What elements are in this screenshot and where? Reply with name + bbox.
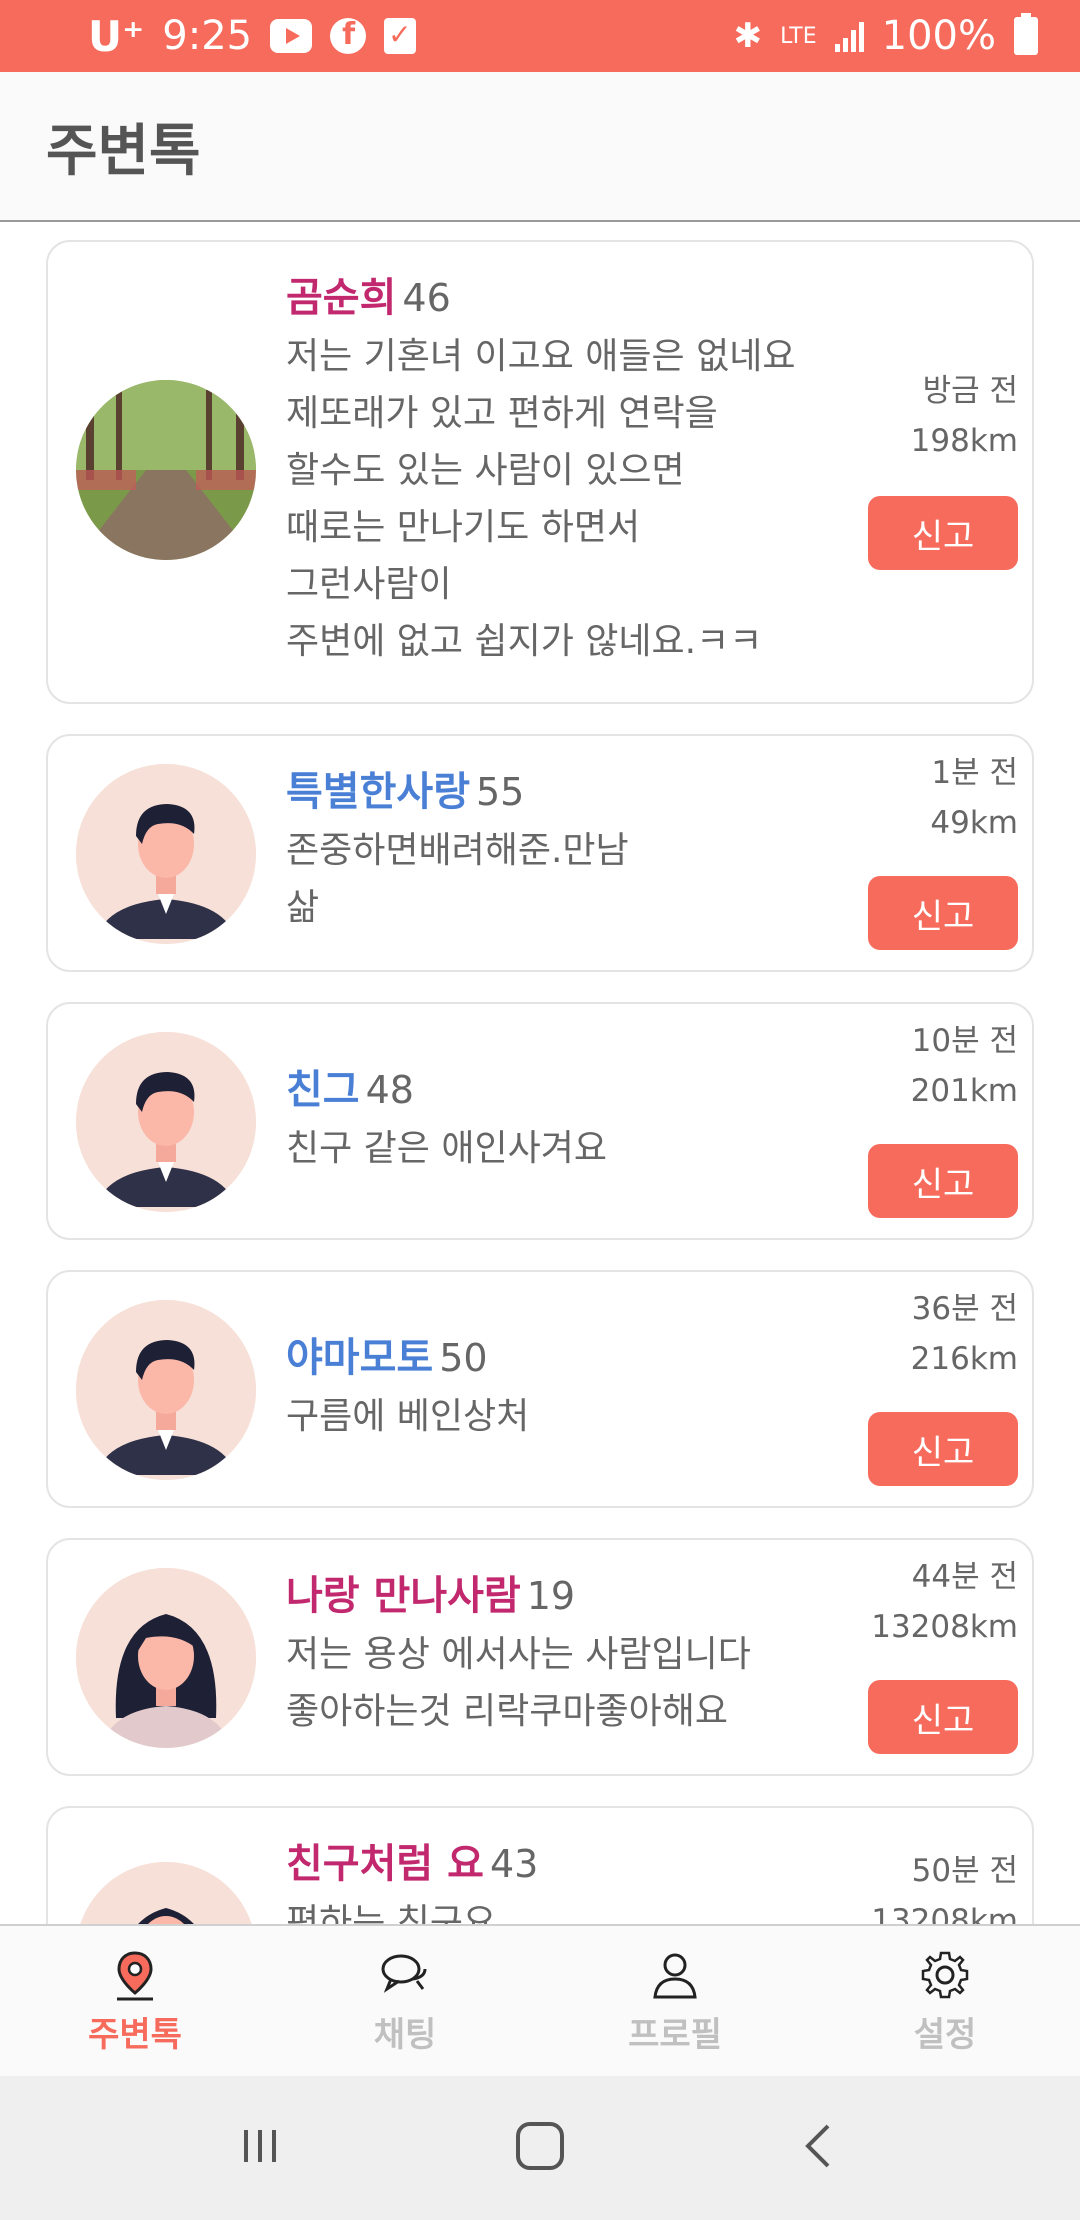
post-card[interactable]: 특별한사랑 55 존중하면배려해준.만남 삶 1분 전 49km 신고 [46,734,1034,972]
location-pin-icon [117,1950,153,2000]
post-distance: 201km [910,1073,1018,1109]
post-message: 친구 같은 애인사겨요 [286,1128,607,1169]
nav-profile[interactable]: 프로필 [540,1926,810,2076]
post-age: 43 [489,1842,539,1886]
post-author[interactable]: 나랑 만나사람 [286,1573,521,1619]
post-message: 편하는 친구요 [286,1902,497,1924]
post-distance: 13208km [871,1609,1018,1645]
male-avatar-icon [76,1300,256,1480]
battery-level: 100% [881,13,996,59]
nav-chat[interactable]: 채팅 [270,1926,540,2076]
report-button[interactable]: 신고 [868,876,1018,950]
post-distance: 49km [930,805,1018,841]
nav-label: 주변톡 [88,2014,182,2055]
post-message: 존중하면배려해준.만남 삶 [286,830,629,928]
nav-label: 프로필 [628,2014,722,2055]
user-avatar[interactable] [76,1568,256,1748]
post-card[interactable]: 나랑 만나사람 19 저는 용상 에서사는 사람입니다 좋아하는것 리락쿠마좋아해… [46,1538,1034,1776]
post-author[interactable]: 친그 [286,1067,360,1113]
bottom-nav: 주변톡 채팅 프로필 설정 [0,1924,1080,2076]
battery-icon [1014,13,1038,55]
post-feed[interactable]: 곰순희 46 저는 기혼녀 이고요 애들은 없네요 제또래가 있고 편하게 연락을… [0,224,1080,1924]
post-author[interactable]: 곰순희 [286,275,396,321]
male-avatar-icon [76,1032,256,1212]
post-author[interactable]: 친구처럼 요 [286,1841,484,1887]
post-age: 50 [439,1336,488,1380]
user-avatar[interactable] [76,1300,256,1480]
post-message: 저는 용상 에서사는 사람입니다 좋아하는것 리락쿠마좋아해요 [286,1634,751,1732]
nav-settings[interactable]: 설정 [810,1926,1080,2076]
post-time: 10분 전 [911,1023,1018,1059]
post-distance: 216km [910,1341,1018,1377]
carrier-label: U⁺ [88,11,145,61]
recent-apps-icon[interactable] [230,2116,290,2180]
user-avatar[interactable] [76,764,256,944]
post-card[interactable]: 친구처럼 요 43 편하는 친구요 50분 전 13208km [46,1806,1034,1924]
report-button[interactable]: 신고 [868,1144,1018,1218]
post-age: 46 [402,276,451,320]
post-time: 50분 전 [911,1853,1018,1889]
post-time: 방금 전 [922,373,1018,409]
signal-icon [834,20,864,52]
post-time: 36분 전 [911,1291,1018,1327]
post-age: 55 [476,770,525,814]
system-nav-bar [0,2076,1080,2220]
facebook-icon [330,17,367,54]
checkbox-icon [384,18,417,54]
clock: 9:25 [162,13,253,59]
report-button[interactable]: 신고 [868,1412,1018,1486]
person-icon [653,1953,697,1998]
user-avatar[interactable] [76,1862,256,1924]
post-card[interactable]: 친그 48 친구 같은 애인사겨요 10분 전 201km 신고 [46,1002,1034,1240]
post-author[interactable]: 야마모토 [286,1335,433,1381]
bluetooth-icon: ✱ [733,16,763,56]
post-time: 44분 전 [911,1559,1018,1595]
post-distance: 13208km [871,1903,1018,1924]
back-icon[interactable] [790,2116,850,2180]
post-card[interactable]: 곰순희 46 저는 기혼녀 이고요 애들은 없네요 제또래가 있고 편하게 연락을… [46,240,1034,704]
report-button[interactable]: 신고 [868,1680,1018,1754]
post-time: 1분 전 [931,755,1018,791]
male-avatar-icon [76,764,256,944]
youtube-icon [270,19,313,53]
post-message: 저는 기혼녀 이고요 애들은 없네요 제또래가 있고 편하게 연락을 할수도 있… [286,336,796,662]
tree-path-photo [76,380,256,560]
home-icon[interactable] [510,2116,570,2180]
nav-label: 설정 [913,2014,977,2055]
female-avatar-icon [76,1862,256,1924]
user-avatar[interactable] [76,1032,256,1212]
post-card[interactable]: 야마모토 50 구름에 베인상처 36분 전 216km 신고 [46,1270,1034,1508]
status-bar: U⁺ 9:25 ✱ LTE 100% [0,0,1080,72]
post-message: 구름에 베인상처 [286,1396,530,1437]
post-age: 19 [526,1574,576,1618]
chat-bubbles-icon [381,1954,427,1993]
post-distance: 198km [910,423,1018,459]
report-button[interactable]: 신고 [868,496,1018,570]
nav-label: 채팅 [373,2014,437,2055]
gear-icon [921,1951,969,1998]
nav-nearby[interactable]: 주변톡 [0,1926,270,2076]
post-age: 48 [365,1068,414,1112]
female-avatar-icon [76,1568,256,1748]
user-avatar[interactable] [76,380,256,560]
page-title: 주변톡 [46,118,201,184]
network-type: LTE [780,23,817,49]
post-author[interactable]: 특별한사랑 [286,769,470,815]
app-header: 주변톡 [0,72,1080,222]
